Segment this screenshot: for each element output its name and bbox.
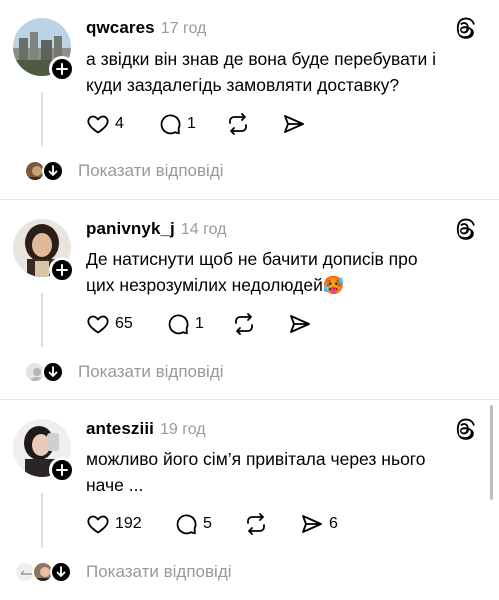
- comment-text-line: цих незрозумілих недолюдей: [86, 275, 323, 295]
- comment-bubble-icon: [168, 314, 189, 335]
- show-replies-row[interactable]: Показати відповіді: [24, 361, 224, 383]
- comment-text-line: а звідки він знав де вона буде перебуват…: [86, 49, 436, 69]
- show-replies-row[interactable]: Показати відповіді: [14, 561, 232, 583]
- reply-avatars: [24, 160, 68, 182]
- timestamp: 19 год: [159, 421, 206, 438]
- comment-header: qwcares 17 год: [86, 18, 206, 38]
- follow-plus-icon[interactable]: [49, 457, 75, 483]
- comment-post-3: antesziii 19 год можливо його сім’я прив…: [0, 400, 499, 600]
- comment-text: можливо його сім’я привітала через нього…: [86, 446, 486, 498]
- comment-text-line: наче ...: [86, 475, 144, 495]
- reply-button[interactable]: 5: [174, 512, 244, 536]
- reply-avatars: [14, 561, 76, 583]
- comment-text-line: Де натиснути щоб не бачити дописів про: [86, 249, 418, 269]
- heart-outline-icon: [87, 115, 109, 134]
- share-button[interactable]: [282, 112, 311, 136]
- show-replies-link[interactable]: Показати відповіді: [78, 362, 224, 382]
- show-replies-link[interactable]: Показати відповіді: [78, 161, 224, 181]
- username[interactable]: qwcares: [86, 18, 155, 38]
- arrow-down-icon[interactable]: [50, 561, 72, 583]
- like-button[interactable]: 192: [86, 512, 174, 536]
- like-button[interactable]: 65: [86, 312, 166, 336]
- send-paper-plane-icon: [290, 315, 310, 333]
- timestamp: 14 год: [180, 221, 227, 238]
- like-count: 4: [115, 115, 124, 132]
- repost-button[interactable]: [232, 312, 288, 336]
- follow-plus-icon[interactable]: [49, 56, 75, 82]
- repost-arrows-icon: [247, 513, 265, 535]
- comment-post-1: qwcares 17 год а звідки він знав де вона…: [0, 0, 499, 200]
- show-replies-row[interactable]: Показати відповіді: [24, 160, 224, 182]
- threads-logo-icon[interactable]: [455, 418, 479, 442]
- repost-arrows-icon: [235, 313, 253, 335]
- repost-arrows-icon: [229, 113, 247, 135]
- action-bar: 65 1: [86, 310, 317, 338]
- reply-button[interactable]: 1: [166, 312, 232, 336]
- repost-button[interactable]: [244, 512, 300, 536]
- username[interactable]: antesziii: [86, 419, 154, 439]
- avatar-1-wrap[interactable]: [13, 18, 75, 82]
- comment-text: а звідки він знав де вона буде перебуват…: [86, 46, 486, 98]
- action-bar: 4 1: [86, 110, 311, 138]
- timestamp: 17 год: [160, 20, 207, 37]
- comment-header: panivnyk_j 14 год: [86, 219, 226, 239]
- show-replies-link[interactable]: Показати відповіді: [86, 562, 232, 582]
- scrollbar[interactable]: [490, 405, 493, 500]
- share-button[interactable]: [288, 312, 317, 336]
- reply-avatars: [24, 361, 68, 383]
- like-button[interactable]: 4: [86, 112, 158, 136]
- hot-face-emoji: 🥵: [322, 275, 345, 295]
- send-paper-plane-icon: [302, 515, 322, 533]
- username[interactable]: panivnyk_j: [86, 219, 175, 239]
- heart-outline-icon: [87, 515, 109, 534]
- comment-text-line: куди заздалегідь замовляти доставку?: [86, 75, 400, 95]
- comment-text-line-2: цих незрозумілих недолюдей🥵: [86, 272, 486, 298]
- thread-line: [41, 493, 43, 548]
- reply-count: 1: [187, 115, 196, 132]
- follow-plus-icon[interactable]: [49, 257, 75, 283]
- threads-logo-icon[interactable]: [455, 218, 479, 242]
- like-count: 192: [115, 515, 142, 532]
- comment-post-2: panivnyk_j 14 год Де натиснути щоб не ба…: [0, 200, 499, 399]
- comment-text: Де натиснути щоб не бачити дописів про ц…: [86, 246, 486, 298]
- share-button[interactable]: 6: [300, 512, 338, 536]
- avatar-2-wrap[interactable]: [13, 219, 75, 283]
- share-count: 6: [329, 515, 338, 532]
- reply-button[interactable]: 1: [158, 112, 226, 136]
- comment-bubble-icon: [160, 114, 181, 135]
- repost-button[interactable]: [226, 112, 282, 136]
- thread-line: [41, 92, 43, 146]
- send-paper-plane-icon: [284, 115, 304, 133]
- comment-bubble-icon: [176, 514, 197, 535]
- reply-count: 1: [195, 315, 204, 332]
- threads-logo-icon[interactable]: [455, 17, 479, 41]
- arrow-down-icon[interactable]: [42, 160, 64, 182]
- thread-line: [41, 293, 43, 347]
- arrow-down-icon[interactable]: [42, 361, 64, 383]
- comment-header: antesziii 19 год: [86, 419, 206, 439]
- reply-count: 5: [203, 515, 212, 532]
- comment-text-line: можливо його сім’я привітала через нього: [86, 449, 426, 469]
- like-count: 65: [115, 315, 133, 332]
- action-bar: 192 5 6: [86, 510, 338, 538]
- avatar-3-wrap[interactable]: [13, 419, 75, 483]
- heart-outline-icon: [87, 315, 109, 334]
